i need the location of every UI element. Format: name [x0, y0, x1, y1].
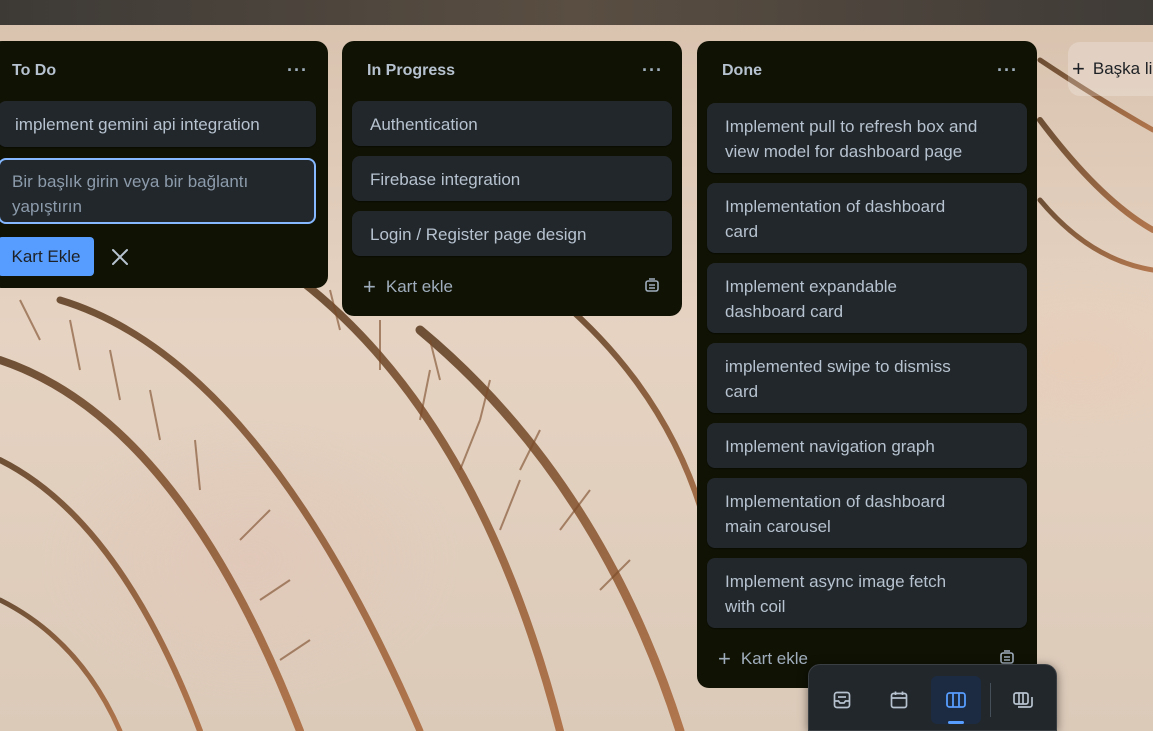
switch-boards-icon[interactable] — [998, 676, 1048, 724]
add-list-button[interactable]: + Başka li — [1068, 42, 1153, 96]
board-icon[interactable] — [931, 676, 981, 724]
card[interactable]: Implement pull to refresh box and view m… — [707, 103, 1027, 173]
card[interactable]: Implement navigation graph — [707, 423, 1027, 468]
card-template-icon[interactable] — [643, 277, 661, 300]
list-title[interactable]: To Do — [12, 62, 56, 80]
new-card-title-input[interactable]: Bir başlık girin veya bir bağlantı yapış… — [0, 158, 316, 224]
card[interactable]: Firebase integration — [352, 156, 672, 201]
add-card-label: Kart ekle — [385, 277, 453, 296]
active-indicator — [948, 721, 964, 724]
add-card-button[interactable]: Kart Ekle — [0, 237, 94, 276]
bottom-switcher-toolbar — [808, 664, 1057, 731]
list-title[interactable]: In Progress — [367, 62, 455, 80]
card[interactable]: implemented swipe to dismiss card — [707, 343, 1027, 413]
list-menu-icon[interactable]: ··· — [287, 60, 308, 81]
card[interactable]: implement gemini api integration — [0, 101, 316, 147]
plus-icon: + — [363, 274, 376, 299]
card[interactable]: Implement async image fetch with coil — [707, 558, 1027, 628]
plus-icon: + — [718, 646, 731, 671]
close-icon[interactable] — [106, 243, 134, 271]
add-card-link[interactable]: + Kart ekle — [718, 648, 808, 670]
card[interactable]: Implementation of dashboard main carouse… — [707, 478, 1027, 548]
card[interactable]: Authentication — [352, 101, 672, 146]
card[interactable]: Login / Register page design — [352, 211, 672, 256]
new-card-placeholder: Bir başlık girin veya bir bağlantı yapış… — [12, 172, 249, 216]
calendar-icon[interactable] — [874, 676, 924, 724]
list-menu-icon[interactable]: ··· — [642, 60, 663, 81]
list-menu-icon[interactable]: ··· — [997, 60, 1018, 81]
plus-icon: + — [1072, 56, 1085, 81]
list-title[interactable]: Done — [722, 62, 762, 80]
inbox-icon[interactable] — [817, 676, 867, 724]
add-card-label: Kart ekle — [740, 649, 808, 668]
card[interactable]: Implementation of dashboard card — [707, 183, 1027, 253]
card[interactable]: Implement expandable dashboard card — [707, 263, 1027, 333]
add-card-link[interactable]: + Kart ekle — [363, 276, 453, 298]
add-list-label: Başka li — [1092, 59, 1153, 78]
toolbar-divider — [990, 683, 991, 717]
